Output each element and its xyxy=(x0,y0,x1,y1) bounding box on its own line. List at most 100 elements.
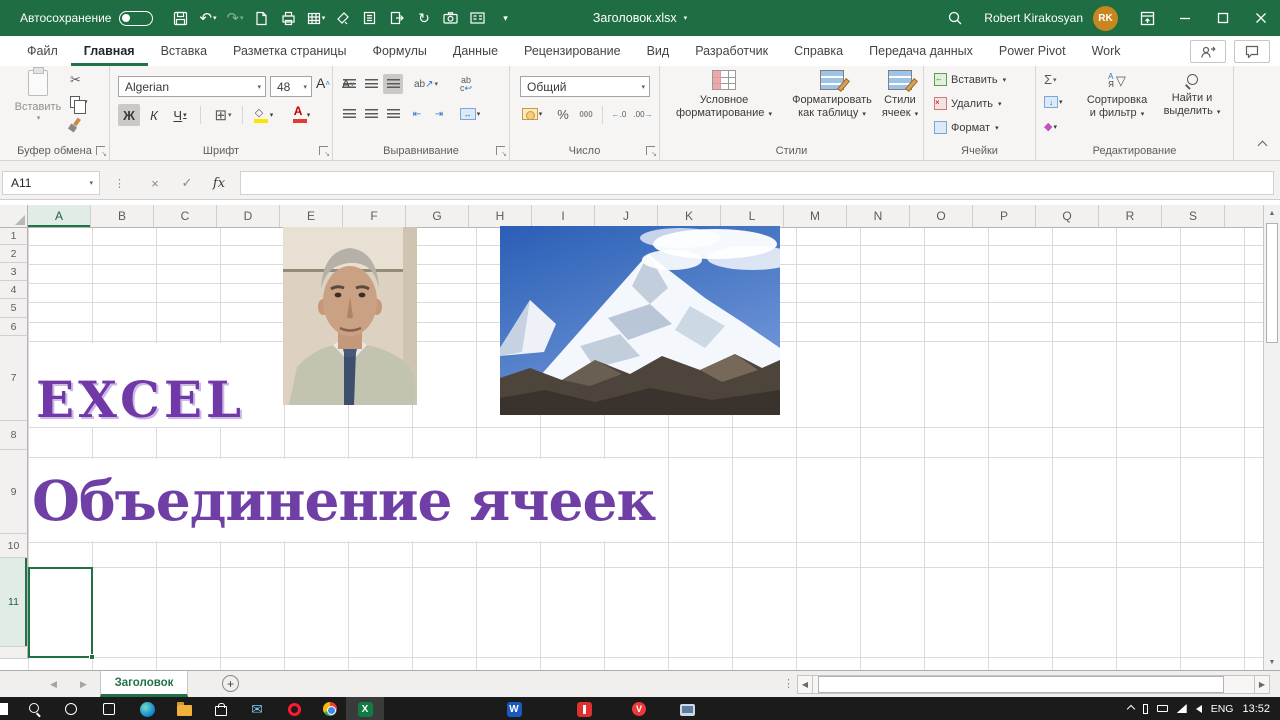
ribbon-tab[interactable]: Разметка страницы xyxy=(220,36,359,66)
add-sheet-button[interactable]: + xyxy=(222,675,239,692)
accounting-format-button[interactable]: ▾ xyxy=(518,104,546,124)
redo-button[interactable]: ↷ ▾ xyxy=(221,0,248,36)
clear-button[interactable]: ◆ ▾ xyxy=(1044,120,1057,133)
format-painter-button[interactable] xyxy=(68,118,82,132)
row-header-11[interactable]: 11 xyxy=(0,558,28,647)
scroll-down-icon[interactable]: ▼ xyxy=(1264,654,1280,670)
borders-button[interactable]: ⊞ ▾ xyxy=(208,104,238,126)
form-properties-icon[interactable] xyxy=(464,0,491,36)
store-icon[interactable] xyxy=(212,700,230,718)
alignment-dialog-launcher-icon[interactable] xyxy=(496,146,507,158)
chrome-icon[interactable] xyxy=(321,700,339,718)
row-header-3[interactable]: 3 xyxy=(0,263,28,281)
column-header[interactable]: P xyxy=(973,205,1036,227)
copy-button[interactable]: ▾ xyxy=(70,96,88,114)
undo-button[interactable]: ↶ ▾ xyxy=(194,0,221,36)
ribbon-tab[interactable]: Вид xyxy=(634,36,683,66)
column-header[interactable]: L xyxy=(721,205,784,227)
edge-icon[interactable] xyxy=(138,700,156,718)
opera-icon[interactable] xyxy=(285,700,303,718)
prev-sheet-icon[interactable]: ◀ xyxy=(50,671,57,697)
column-header[interactable]: O xyxy=(910,205,973,227)
horizontal-scroll-track[interactable] xyxy=(813,675,1254,694)
avatar[interactable]: RK xyxy=(1093,5,1118,31)
align-left-button[interactable] xyxy=(339,104,359,124)
comments-button[interactable] xyxy=(1234,40,1270,63)
conditional-formatting-button[interactable]: Условное форматирование ▾ xyxy=(668,70,780,121)
insert-table-icon[interactable]: ▾ xyxy=(302,0,329,36)
font-dialog-launcher-icon[interactable] xyxy=(319,146,330,158)
customize-toolbar-chevron-icon[interactable]: ▾ xyxy=(491,0,518,36)
formula-input[interactable] xyxy=(240,171,1274,195)
column-header[interactable]: S xyxy=(1162,205,1225,227)
fill-handle[interactable] xyxy=(89,654,95,660)
user-name[interactable]: Robert Kirakosyan xyxy=(974,11,1093,25)
align-center-button[interactable] xyxy=(361,104,381,124)
bold-button[interactable]: Ж xyxy=(118,104,140,126)
file-explorer-icon[interactable] xyxy=(175,700,193,718)
ribbon-tab[interactable]: Разработчик xyxy=(682,36,781,66)
font-color-button[interactable]: А ▾ xyxy=(286,104,316,126)
align-middle-button[interactable] xyxy=(361,74,381,94)
row-header-9[interactable]: 9 xyxy=(0,450,28,534)
export-document-icon[interactable] xyxy=(383,0,410,36)
vivaldi-icon[interactable]: V xyxy=(630,700,648,718)
speaker-icon[interactable] xyxy=(1195,704,1202,713)
excel-taskbar-icon[interactable]: X xyxy=(356,700,374,718)
column-header[interactable]: B xyxy=(91,205,154,227)
row-header-2[interactable]: 2 xyxy=(0,245,28,263)
horizontal-scrollbar[interactable]: ◀ ▶ xyxy=(797,675,1270,694)
task-view-icon[interactable] xyxy=(100,700,118,718)
format-painter-icon[interactable] xyxy=(329,0,356,36)
insert-cells-button[interactable]: ← Вставить ▾ xyxy=(934,73,1006,86)
ribbon-tab[interactable]: Вставка xyxy=(148,36,220,66)
autosave-toggle[interactable] xyxy=(119,10,154,26)
wrap-text-button[interactable]: ab c↩ xyxy=(453,74,479,94)
mail-icon[interactable]: ✉ xyxy=(248,700,266,718)
column-header[interactable]: K xyxy=(658,205,721,227)
ribbon-tab[interactable]: Файл xyxy=(14,36,71,66)
enter-icon[interactable]: ✓ xyxy=(174,171,200,195)
orientation-button[interactable]: ab ↗ ▾ xyxy=(411,74,441,94)
percent-style-button[interactable]: % xyxy=(554,104,572,124)
ribbon-tab[interactable]: Work xyxy=(1079,36,1134,66)
font-size-combo[interactable]: 48 ▾ xyxy=(270,76,312,97)
horizontal-scroll-thumb[interactable] xyxy=(818,676,1224,693)
row-header-8[interactable]: 8 xyxy=(0,421,28,450)
selected-cell-a11[interactable] xyxy=(28,567,95,660)
italic-button[interactable]: К xyxy=(144,104,164,126)
find-select-button[interactable]: Найти и выделить ▾ xyxy=(1156,70,1228,119)
insert-function-button[interactable]: fx xyxy=(206,171,232,195)
word-taskbar-icon[interactable]: W xyxy=(505,700,523,718)
ribbon-tab[interactable]: Рецензирование xyxy=(511,36,634,66)
decrease-indent-button[interactable]: ⇤ xyxy=(407,104,427,124)
clock[interactable]: 13:52 xyxy=(1242,703,1270,715)
grow-font-button[interactable]: A ˄ xyxy=(316,75,330,91)
sheet-tab[interactable]: Заголовок xyxy=(100,671,188,697)
taskbar-search-icon[interactable] xyxy=(26,700,44,718)
sort-filter-button[interactable]: АЯ ▽ Сортировка и фильтр ▾ xyxy=(1080,70,1154,121)
comma-style-button[interactable]: 000 xyxy=(574,104,598,124)
format-as-table-button[interactable]: Форматировать как таблицу ▾ xyxy=(784,70,880,121)
clipboard-dialog-launcher-icon[interactable] xyxy=(96,146,107,158)
language-indicator[interactable]: ENG xyxy=(1211,703,1234,715)
ribbon-tab[interactable]: Данные xyxy=(440,36,511,66)
number-format-combo[interactable]: Общий ▾ xyxy=(520,76,650,97)
delete-cells-button[interactable]: × Удалить ▾ xyxy=(934,97,1002,110)
print-preview-icon[interactable] xyxy=(275,0,302,36)
mountain-photo[interactable] xyxy=(500,226,780,415)
column-header[interactable]: R xyxy=(1099,205,1162,227)
portrait-photo[interactable] xyxy=(283,227,417,405)
ribbon-tab[interactable]: Справка xyxy=(781,36,856,66)
paste-button[interactable]: Вставить ▾ xyxy=(10,67,66,122)
format-cells-button[interactable]: Формат ▾ xyxy=(934,121,999,134)
cell-styles-button[interactable]: Стили ячеек ▾ xyxy=(878,70,922,121)
column-header[interactable]: F xyxy=(343,205,406,227)
merge-center-button[interactable]: ↔ ▾ xyxy=(453,104,487,124)
ribbon-tab[interactable]: Power Pivot xyxy=(986,36,1079,66)
name-box[interactable]: A11 ▾ xyxy=(2,171,100,195)
ribbon-display-options-icon[interactable] xyxy=(1128,0,1166,36)
row-header-7[interactable]: 7 xyxy=(0,336,28,421)
collapse-ribbon-icon[interactable] xyxy=(1257,140,1268,152)
camera-icon[interactable] xyxy=(437,0,464,36)
